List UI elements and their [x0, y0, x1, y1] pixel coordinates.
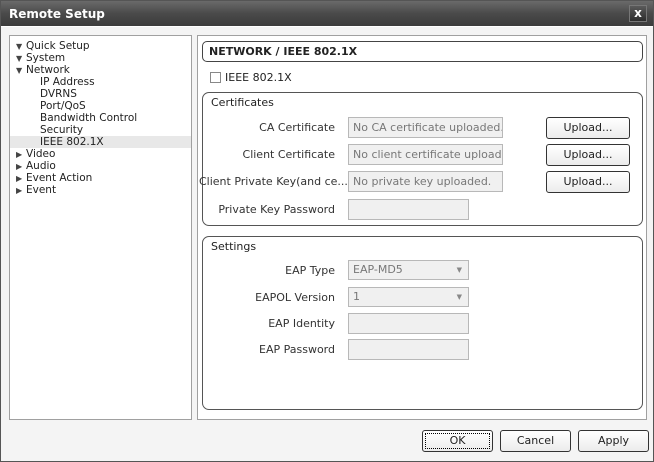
tree-item-quick-setup[interactable]: ▼ Quick Setup: [10, 40, 191, 52]
eap-password-input[interactable]: [348, 339, 469, 360]
client-upload-button[interactable]: Upload...: [546, 144, 630, 166]
eapol-version-label: EAPOL Version: [255, 291, 335, 304]
ca-certificate-label: CA Certificate: [259, 121, 335, 134]
tree-item-system[interactable]: ▼ System: [10, 52, 191, 64]
remote-setup-window: Remote Setup x ▼ Quick Setup ▼ System ▼ Net…: [0, 0, 654, 462]
tree-item-ieee-8021x[interactable]: IEEE 802.1X: [10, 136, 191, 148]
ca-certificate-field: No CA certificate uploaded.: [348, 117, 503, 138]
expand-arrow-icon[interactable]: ▶: [16, 185, 26, 197]
ieee-8021x-label: IEEE 802.1X: [225, 71, 292, 84]
eap-password-label: EAP Password: [259, 343, 335, 356]
ca-upload-button[interactable]: Upload...: [546, 117, 630, 139]
tree-item-bandwidth-control[interactable]: Bandwidth Control: [10, 112, 191, 124]
eapol-version-value: 1: [353, 290, 360, 303]
settings-panel: NETWORK / IEEE 802.1X IEEE 802.1X Certif…: [197, 35, 647, 420]
close-button[interactable]: x: [629, 5, 647, 22]
settings-group: Settings EAP Type EAP-MD5 ▼ EAPOL Versio…: [202, 236, 643, 410]
cancel-button[interactable]: Cancel: [500, 430, 571, 452]
eapol-version-select[interactable]: 1 ▼: [348, 287, 469, 307]
eap-identity-label: EAP Identity: [268, 317, 335, 330]
ok-button[interactable]: OK: [422, 430, 493, 452]
client-certificate-label: Client Certificate: [242, 148, 335, 161]
tree-item-dvrns[interactable]: DVRNS: [10, 88, 191, 100]
private-key-upload-button[interactable]: Upload...: [546, 171, 630, 193]
tree-item-network[interactable]: ▼ Network: [10, 64, 191, 76]
private-key-password-label: Private Key Password: [218, 203, 335, 216]
ieee-8021x-checkbox[interactable]: [210, 72, 221, 83]
certificates-group: Certificates CA Certificate No CA certif…: [199, 92, 643, 226]
page-title: NETWORK / IEEE 802.1X: [202, 41, 643, 62]
tree-item-port-qos[interactable]: Port/QoS: [10, 100, 191, 112]
ieee-8021x-toggle-row[interactable]: IEEE 802.1X: [210, 71, 292, 84]
window-title: Remote Setup: [9, 6, 105, 21]
chevron-down-icon: ▼: [456, 293, 462, 301]
client-certificate-field: No client certificate uploaded.: [348, 144, 503, 165]
chevron-down-icon: ▼: [456, 266, 462, 274]
private-key-field: No private key uploaded.: [348, 171, 503, 192]
dialog-body: ▼ Quick Setup ▼ System ▼ Network IP Address…: [1, 27, 653, 461]
settings-title: Settings: [211, 240, 257, 253]
private-key-password-input[interactable]: [348, 199, 469, 220]
eap-type-label: EAP Type: [285, 264, 335, 277]
apply-button[interactable]: Apply: [578, 430, 649, 452]
tree-item-ip-address[interactable]: IP Address: [10, 76, 191, 88]
eap-type-select[interactable]: EAP-MD5 ▼: [348, 260, 469, 280]
settings-tree: ▼ Quick Setup ▼ System ▼ Network IP Address…: [9, 35, 192, 420]
private-key-label: Client Private Key(and ce...: [199, 175, 348, 188]
tree-item-security[interactable]: Security: [10, 124, 191, 136]
tree-item-event-action[interactable]: ▶ Event Action: [10, 172, 191, 184]
tree-item-audio[interactable]: ▶ Audio: [10, 160, 191, 172]
eap-identity-input[interactable]: [348, 313, 469, 334]
title-bar: Remote Setup x: [1, 1, 653, 26]
tree-item-video[interactable]: ▶ Video: [10, 148, 191, 160]
tree-item-event[interactable]: ▶ Event: [10, 184, 191, 196]
eap-type-value: EAP-MD5: [353, 263, 403, 276]
certificates-title: Certificates: [211, 96, 274, 109]
